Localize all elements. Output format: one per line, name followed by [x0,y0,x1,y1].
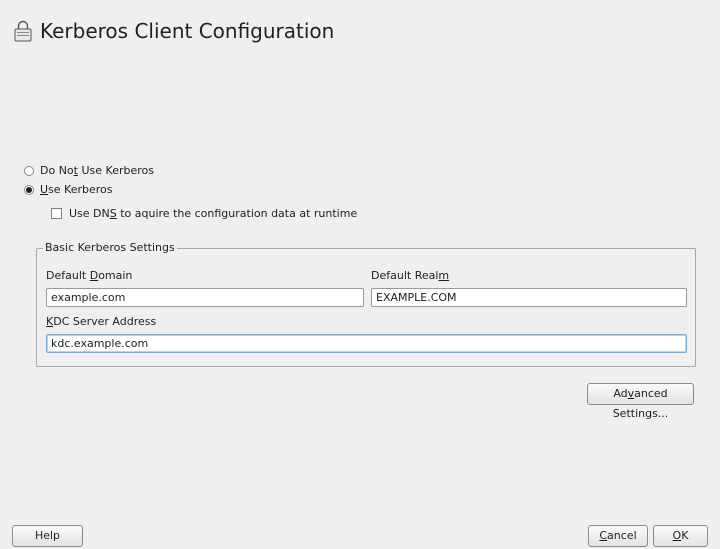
basic-kerberos-settings-group: Basic Kerberos Settings Default Domain e… [36,241,696,367]
group-legend: Basic Kerberos Settings [43,241,177,255]
use-dns-label: Use DNS to aquire the configuration data… [69,207,358,220]
help-button[interactable]: Help [12,525,83,547]
cancel-button[interactable]: Cancel [588,525,648,547]
radio-button[interactable] [24,184,34,195]
radio-label: Do Not Use Kerberos [40,164,154,177]
kerberos-lock-icon [14,20,32,42]
radio-button[interactable] [24,165,34,176]
radio-use-kerberos[interactable]: Use Kerberos [24,183,113,196]
use-dns-checkbox[interactable] [51,208,62,219]
use-dns-checkbox-row[interactable]: Use DNS to aquire the configuration data… [51,207,357,220]
kdc-server-address-input[interactable]: kdc.example.com [46,334,687,353]
default-domain-label: Default Domain [46,269,133,282]
page-title: Kerberos Client Configuration [40,19,335,43]
default-realm-input[interactable]: EXAMPLE.COM [371,288,687,307]
radio-do-not-use-kerberos[interactable]: Do Not Use Kerberos [24,164,154,177]
default-realm-label: Default Realm [371,269,450,282]
radio-label: Use Kerberos [40,183,113,196]
kdc-server-address-label: KDC Server Address [46,315,157,328]
advanced-settings-button[interactable]: Advanced Settings... [587,383,694,420]
ok-button[interactable]: OK [653,525,708,547]
radio-dot [26,186,32,193]
default-domain-input[interactable]: example.com [46,288,364,307]
dialog-title-bar: Kerberos Client Configuration [14,16,334,46]
